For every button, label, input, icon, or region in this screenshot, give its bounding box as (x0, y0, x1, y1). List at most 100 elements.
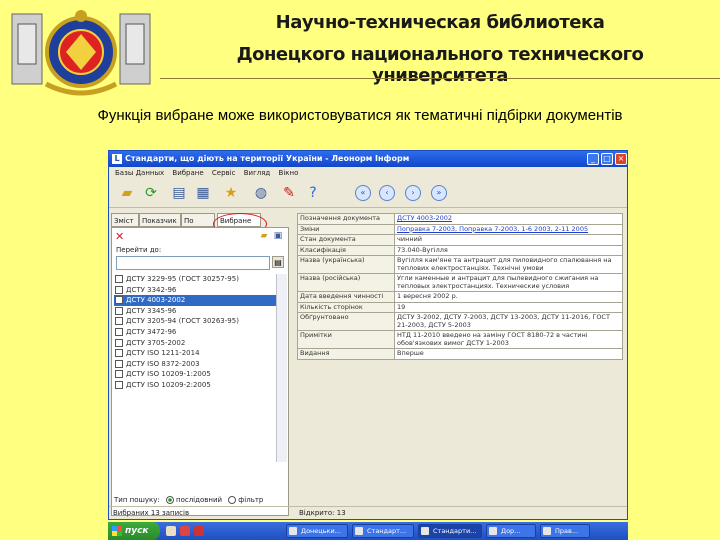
property-value: 73.040-Вугілля (394, 244, 623, 256)
property-value: ДСТУ 3-2002, ДСТУ 7-2003, ДСТУ 13-2003, … (394, 312, 623, 331)
properties-table: Позначення документа ДСТУ 4003-2002 Зміни П… (297, 213, 623, 360)
quicklaunch-icon[interactable] (180, 526, 190, 536)
first-page-icon[interactable]: « (355, 185, 371, 201)
radio-filter[interactable] (228, 496, 237, 504)
header-divider (160, 78, 720, 79)
tab-search[interactable]: По (181, 213, 215, 227)
property-row: Обґрунтовано ДСТУ 3-2002, ДСТУ 7-2003, ДС… (297, 312, 623, 331)
menu-window[interactable]: Вікно (279, 169, 299, 177)
radio-sequential-label: послідовний (176, 496, 223, 504)
star-icon[interactable]: ★ (221, 183, 241, 203)
property-row: Позначення документа ДСТУ 4003-2002 (297, 213, 623, 225)
slide-caption: Функція вибране може використовуватися я… (97, 107, 623, 124)
menu-view[interactable]: Вигляд (244, 169, 271, 177)
task-button[interactable]: Донецьки... (286, 524, 348, 538)
property-row: Класифікація 73.040-Вугілля (297, 244, 623, 256)
property-key: Видання (297, 348, 395, 360)
property-key: Назва (російська) (297, 273, 395, 292)
taskbar: пуск Донецьки... Стандарт... Стандарти..… (108, 522, 628, 540)
task-button[interactable]: Стандарт... (352, 524, 414, 538)
property-row: Дата введення чинності 1 вересня 2002 р. (297, 291, 623, 303)
status-bar: Вибраних 13 записів Відкрито: 13 (109, 506, 627, 520)
property-key: Зміни (297, 223, 395, 235)
property-value[interactable]: Поправка 7-2003, Поправка 7-2003, 1-6 20… (394, 223, 623, 235)
property-value[interactable]: ДСТУ 4003-2002 (394, 213, 623, 225)
refresh-icon[interactable]: ⟳ (141, 183, 161, 203)
window-titlebar[interactable]: L Стандарти, що діють на території Украї… (109, 151, 627, 167)
list-item[interactable]: ДСТУ ISO 8372-2003 (114, 359, 276, 370)
quicklaunch-icon[interactable] (166, 526, 176, 536)
list-item[interactable]: ДСТУ 3205-94 (ГОСТ 30263-95) (114, 316, 276, 327)
favorites-panel: ✕ ▰ ▣ Перейти до: ▤ ДСТУ 3229-95 (ГОСТ 3… (111, 227, 289, 516)
task-button-active[interactable]: Стандарти... (418, 524, 482, 538)
search-doc-icon[interactable]: ▤ (169, 183, 189, 203)
tab-contents[interactable]: Зміст (111, 213, 139, 227)
list-item[interactable]: ДСТУ ISO 1211-2014 (114, 348, 276, 359)
radio-sequential[interactable] (166, 496, 174, 504)
task-button[interactable]: Прав... (540, 524, 590, 538)
list-item[interactable]: ДСТУ ISO 10209-1:2005 (114, 369, 276, 380)
property-key: Дата введення чинності (297, 291, 395, 303)
print-icon[interactable]: ▦ (193, 183, 213, 203)
menu-favorites[interactable]: Вибране (172, 169, 203, 177)
save-icon[interactable]: ▣ (272, 230, 284, 242)
list-item[interactable]: ДСТУ 3342-96 (114, 285, 276, 296)
property-row: Назва (українська) Вугілля кам'яне та ант… (297, 255, 623, 274)
last-page-icon[interactable]: » (431, 185, 447, 201)
menu-service[interactable]: Сервіс (212, 169, 236, 177)
property-value: Вперше (394, 348, 623, 360)
task-button[interactable]: Дор... (486, 524, 536, 538)
app-icon: L (112, 154, 122, 164)
highlighter-icon[interactable]: ✎ (279, 183, 299, 203)
quicklaunch-icon[interactable] (194, 526, 204, 536)
list-item[interactable]: ДСТУ 3705-2002 (114, 338, 276, 349)
app-window: L Стандарти, що діють на території Украї… (108, 150, 628, 520)
close-button[interactable]: × (615, 153, 627, 165)
list-item[interactable]: ДСТУ 3229-95 (ГОСТ 30257-95) (114, 274, 276, 285)
prev-page-icon[interactable]: ‹ (379, 185, 395, 201)
radio-filter-label: фільтр (238, 496, 264, 504)
minimize-button[interactable]: _ (587, 153, 599, 165)
maximize-button[interactable]: □ (601, 153, 613, 165)
goto-button[interactable]: ▤ (272, 256, 284, 268)
property-row: Назва (російська) Угли каменные и антраци… (297, 273, 623, 292)
start-button[interactable]: пуск (108, 522, 160, 540)
next-page-icon[interactable]: › (405, 185, 421, 201)
property-key: Назва (українська) (297, 255, 395, 274)
help-icon[interactable]: ? (303, 183, 323, 203)
library-title: Научно-техническая библиотека (275, 12, 605, 33)
property-key: Позначення документа (297, 213, 395, 225)
property-key: Примітки (297, 330, 395, 349)
property-row: Стан документа чинний (297, 234, 623, 246)
property-value: 1 вересня 2002 р. (394, 291, 623, 303)
list-item[interactable]: ДСТУ ISO 10209-2:2005 (114, 380, 276, 391)
status-selected: Вибраних 13 записів (113, 509, 190, 517)
toolbar: ▰ ⟳ ▤ ▦ ★ ◍ ✎ ? « ‹ › » (109, 179, 627, 208)
university-logo (11, 10, 151, 96)
windows-logo-icon (112, 525, 122, 536)
navigator-tabs: Зміст Показчик По Вибране (111, 213, 289, 235)
list-item[interactable]: ДСТУ 3472-96 (114, 327, 276, 338)
navigator-pane: Зміст Показчик По Вибране ✕ ▰ ▣ Перейти … (111, 211, 289, 516)
goto-label: Перейти до: (116, 246, 162, 254)
menu-bar: Базы Данных Вибране Сервіс Вигляд Вікно (109, 167, 627, 179)
property-value: Вугілля кам'яне та антрацит для пиловидн… (394, 255, 623, 274)
list-item-selected[interactable]: ДСТУ 4003-2002 (114, 295, 276, 306)
folder-icon[interactable]: ▰ (258, 230, 270, 242)
menu-databases[interactable]: Базы Данных (115, 169, 164, 177)
property-row: Кількість сторінок 19 (297, 301, 623, 313)
property-value: Угли каменные и антрацит для пылевидного… (394, 273, 623, 292)
property-key: Обґрунтовано (297, 312, 395, 331)
property-value: чинний (394, 234, 623, 246)
property-key: Стан документа (297, 234, 395, 246)
search-type-row: Тип пошуку: послідовний фільтр (114, 496, 263, 504)
tab-index[interactable]: Показчик (139, 213, 181, 227)
list-scrollbar[interactable] (276, 274, 287, 462)
university-title: Донецкого национального технического уни… (236, 44, 644, 86)
property-row: Примітки НТД 11-2010 введено на заміну ГО… (297, 330, 623, 349)
delete-icon[interactable]: ✕ (115, 231, 124, 242)
network-icon[interactable]: ◍ (251, 183, 271, 203)
list-item[interactable]: ДСТУ 3345-96 (114, 306, 276, 317)
open-folder-icon[interactable]: ▰ (117, 183, 137, 203)
goto-input[interactable] (116, 256, 270, 270)
